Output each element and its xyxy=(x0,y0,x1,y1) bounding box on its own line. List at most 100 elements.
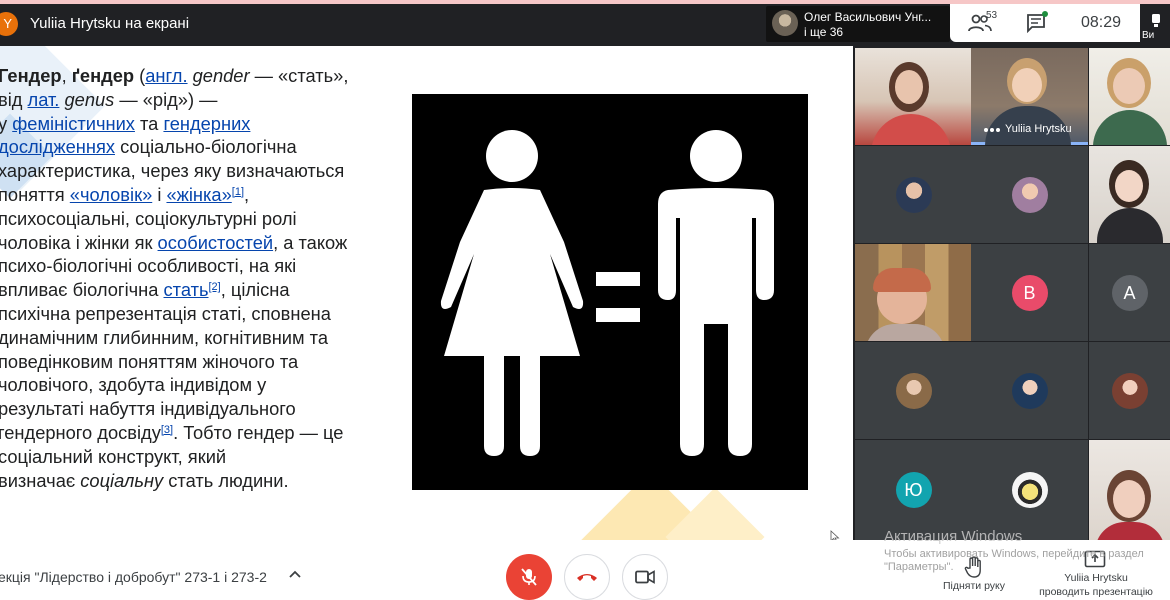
slide-text-run: — «стать», xyxy=(249,65,349,86)
slide-text-run: у xyxy=(0,112,8,134)
active-speaker-avatar xyxy=(772,10,798,36)
slide-link[interactable]: лат. xyxy=(28,89,60,110)
slide-text-run: від xyxy=(0,88,28,110)
presentation-slide: Гендер, ґендер (англ. gender — «стать», в… xyxy=(0,46,853,540)
presentation-status-button[interactable]: Yuliia Hrytsku проводить презентацію xyxy=(1026,550,1166,600)
slide-text-run: , цілісна xyxy=(220,279,290,301)
camera-toggle-button[interactable] xyxy=(622,554,668,600)
presenting-caption: проводить презентацію xyxy=(1039,586,1153,598)
slide-text-line: психічна репрезентація статі, сповнена xyxy=(0,302,398,326)
self-view-label[interactable]: Ви xyxy=(1142,10,1170,44)
equals-sign xyxy=(596,272,640,322)
slide-text-run: , xyxy=(244,183,250,205)
footnote-ref-link[interactable]: [1] xyxy=(232,186,244,198)
slide-text-line: у феміністичних та гендерних xyxy=(0,112,398,136)
participant-tile[interactable] xyxy=(1089,146,1170,243)
slide-link[interactable]: особистостей xyxy=(158,232,274,253)
presenter-avatar: Y xyxy=(0,12,18,36)
active-speaker-name: Олег Васильович Унг... xyxy=(804,10,932,24)
slide-italic: gender xyxy=(192,65,250,86)
slide-text-run: гендерного досвіду xyxy=(0,421,161,443)
slide-text-run: поняття xyxy=(0,183,70,205)
slide-text-run: , xyxy=(61,65,72,86)
participant-tile[interactable] xyxy=(971,146,1088,243)
participant-avatar xyxy=(1011,472,1048,508)
slide-link[interactable]: дослідженнях xyxy=(0,136,115,157)
slide-text-run: динамічним глибинним, когнітивним та xyxy=(0,326,328,348)
slide-link[interactable]: гендерних xyxy=(163,113,250,134)
participant-tile[interactable] xyxy=(971,342,1088,439)
participant-tile[interactable] xyxy=(1089,48,1170,145)
mic-toggle-button[interactable] xyxy=(506,554,552,600)
slide-link[interactable]: «жінка» xyxy=(166,184,231,205)
meeting-title[interactable]: екція "Лідерство і добробут" 273-1 і 273… xyxy=(0,569,267,585)
participant-grid: Yuliia Hrytsku B A Ю xyxy=(853,46,1170,540)
man-figure-icon xyxy=(658,130,774,456)
woman-figure-icon xyxy=(440,130,584,456)
footnote-ref-link[interactable]: [3] xyxy=(161,424,173,436)
slide-link[interactable]: стать xyxy=(164,279,209,300)
slide-text-run: характеристика, через яку визначаються xyxy=(0,160,345,182)
self-view-text: Ви xyxy=(1142,30,1155,41)
presenting-label: Yuliia Hrytsku на екрані xyxy=(30,15,190,32)
raise-hand-icon xyxy=(964,556,981,578)
participant-tile[interactable]: Ю xyxy=(855,440,972,540)
slide-text-line: результаті набуття індивідуального xyxy=(0,397,398,421)
user-icon xyxy=(1152,14,1160,27)
participant-name: Yuliia Hrytsku xyxy=(1005,123,1072,135)
participant-tile-presenter[interactable]: Yuliia Hrytsku xyxy=(971,48,1088,145)
slide-text-line: чоловічого, здобута індивідом у xyxy=(0,373,398,397)
participant-tile[interactable] xyxy=(855,48,972,145)
participant-tile[interactable] xyxy=(855,342,972,439)
presenter-name: Yuliia Hrytsku xyxy=(1064,572,1128,584)
slide-text-run: психічна репрезентація статі, сповнена xyxy=(0,302,331,324)
slide-link[interactable]: феміністичних xyxy=(12,113,135,134)
participant-avatar-letter: Ю xyxy=(895,472,932,508)
chevron-up-icon[interactable] xyxy=(288,568,302,582)
slide-text-line: характеристика, через яку визначаються xyxy=(0,159,398,183)
footnote-ref-link[interactable]: [2] xyxy=(209,281,221,293)
hang-up-button[interactable] xyxy=(564,554,610,600)
participant-avatar-letter: A xyxy=(1111,274,1148,311)
slide-text-line: поняття «чоловік» і «жінка»[1], xyxy=(0,183,398,207)
slide-text-run: соціальний конструкт, який xyxy=(0,445,227,467)
slide-text-line: соціальний конструкт, який xyxy=(0,445,398,469)
slide-text-line: впливає біологічна стать[2], цілісна xyxy=(0,278,398,302)
participant-tile[interactable]: B xyxy=(971,244,1088,341)
slide-text-run: поведінковим поняттям жіночого та xyxy=(0,350,299,372)
slide-italic: genus xyxy=(64,88,115,110)
slide-italic: соціальну xyxy=(80,469,164,491)
participant-tile[interactable]: A xyxy=(1089,244,1170,341)
slide-text-line: Гендер, ґендер (англ. gender — «стать», xyxy=(0,64,398,88)
slide-text-line: динамічним глибинним, когнітивним та xyxy=(0,326,398,350)
slide-text-line: визначає соціальну стать людини. xyxy=(0,469,398,493)
participant-tile[interactable] xyxy=(855,244,972,341)
slide-link[interactable]: «чоловік» xyxy=(70,184,152,205)
raise-hand-button[interactable]: Підняти руку xyxy=(932,554,1016,600)
active-speaker-chip[interactable]: Олег Васильович Унг... і ще 36 xyxy=(766,6,950,42)
phone-hangup-icon xyxy=(577,574,597,581)
participant-tile[interactable] xyxy=(971,440,1088,540)
mouse-cursor-icon xyxy=(830,530,840,540)
speaking-indicator-icon xyxy=(984,128,1000,132)
camera-icon xyxy=(635,570,655,584)
slide-text-line: від лат. genus — «рід») — xyxy=(0,88,398,112)
slide-text-run: визначає xyxy=(0,469,81,491)
slide-text-line: чоловіка і жінки як особистостей, а тако… xyxy=(0,231,398,255)
participant-tile[interactable] xyxy=(1089,440,1170,540)
bottom-bar: екція "Лідерство і добробут" 273-1 і 273… xyxy=(0,540,1170,600)
slide-text-run: впливає біологічна xyxy=(0,279,164,301)
meet-window: Y Yuliia Hrytsku на екрані Олег Васильов… xyxy=(0,0,1170,600)
slide-term: ґендер xyxy=(71,65,135,86)
slide-text-run: і xyxy=(152,183,167,205)
top-bar: Y Yuliia Hrytsku на екрані Олег Васильов… xyxy=(0,0,1170,46)
clock: 08:29 xyxy=(1081,14,1122,31)
participant-tile[interactable] xyxy=(1089,342,1170,439)
slide-text-run: психо-біологічні особливості, на які xyxy=(0,255,297,277)
slide-text-line: дослідженнях соціально-біологічна xyxy=(0,135,398,159)
participant-tile[interactable] xyxy=(855,146,972,243)
slide-link[interactable]: англ. xyxy=(145,65,187,86)
mic-off-icon xyxy=(521,568,537,586)
participant-avatar xyxy=(1111,372,1148,409)
slide-text-run: чоловіка і жінки як xyxy=(0,231,158,253)
